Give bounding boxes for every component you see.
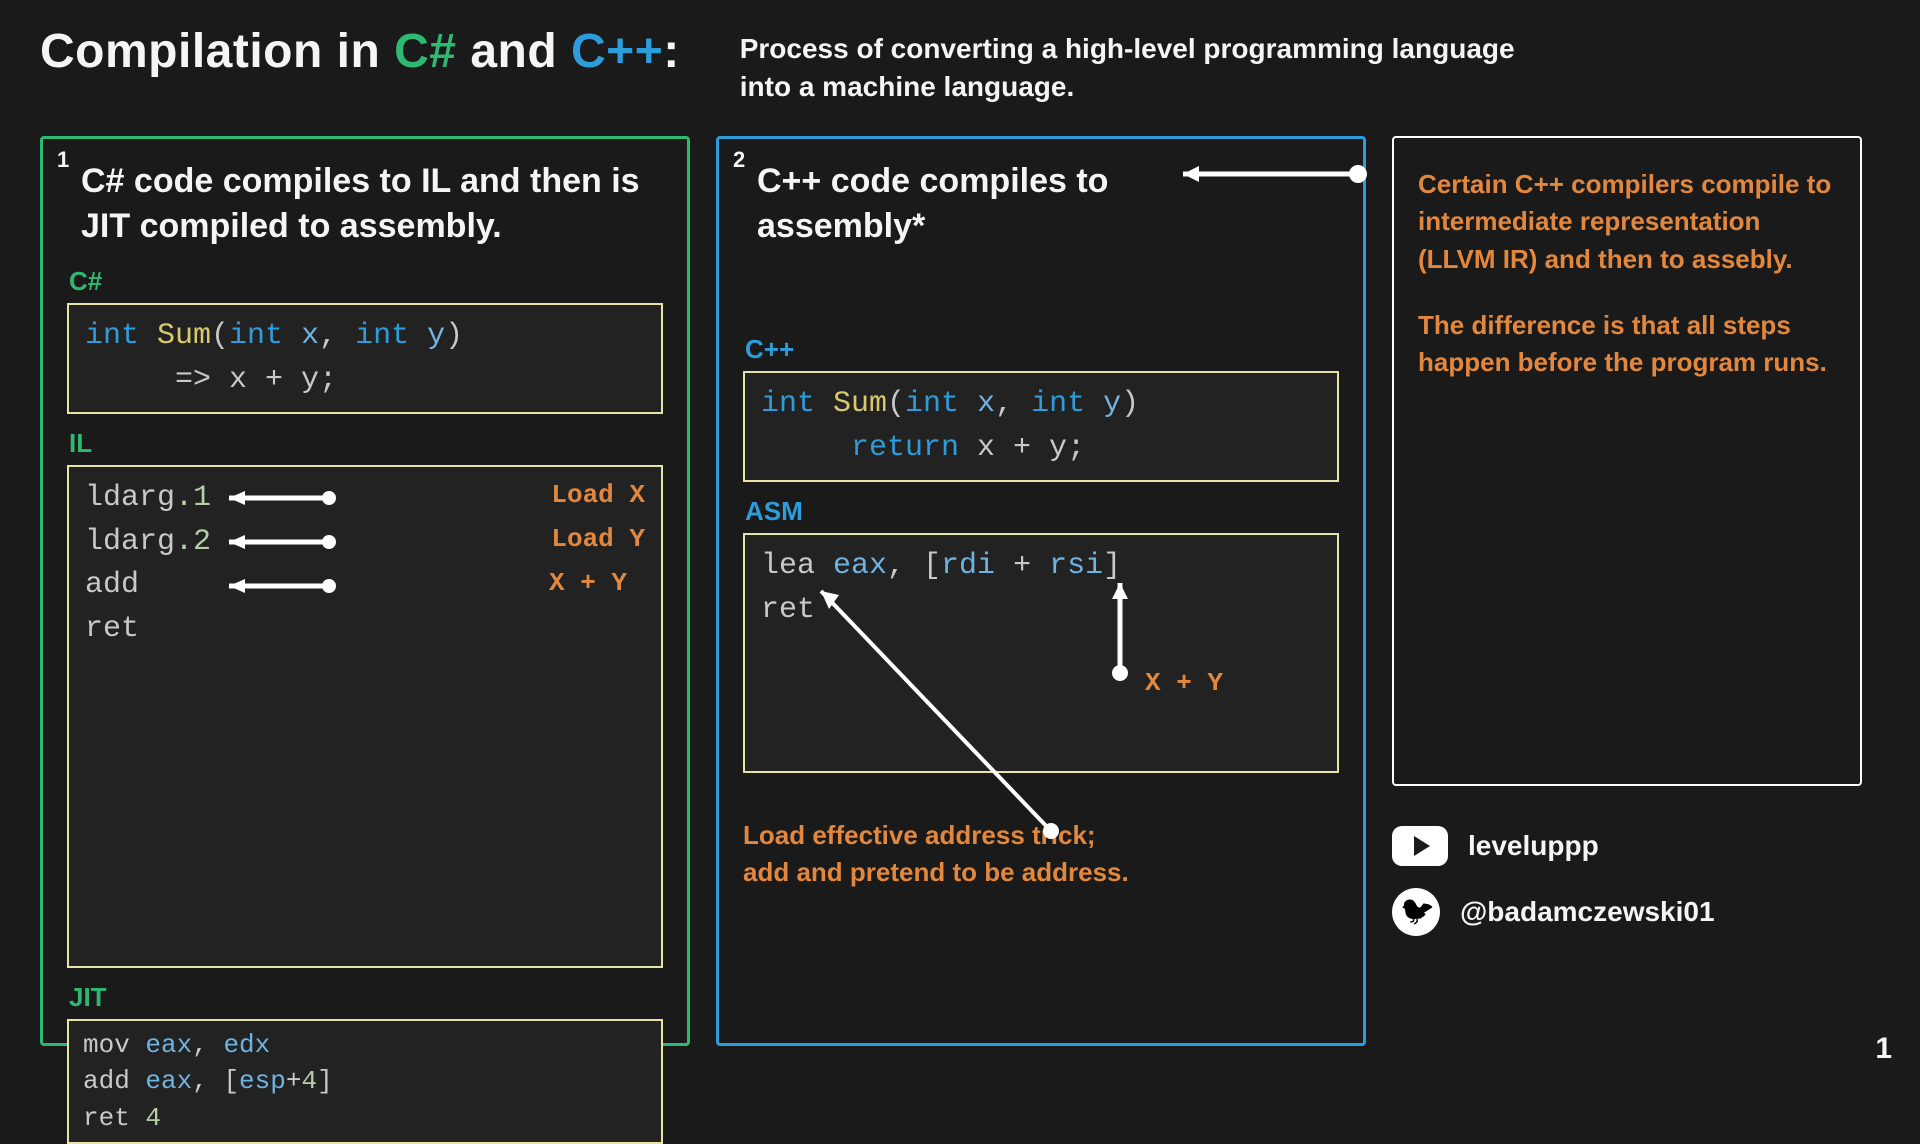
label-il: IL — [69, 428, 663, 459]
il-annot-xy: X + Y — [549, 565, 627, 603]
arrow-icon — [229, 491, 349, 505]
asm-annot-xy: X + Y — [1145, 665, 1223, 703]
page-number: 1 — [1875, 1032, 1892, 1066]
code-il: ldarg.1 ldarg.2 add ret Load X Load Y X … — [67, 465, 663, 968]
label-csharp: C# — [69, 266, 663, 297]
arrow-icon — [229, 535, 349, 549]
arrow-icon — [1105, 583, 1135, 683]
title-csharp: C# — [394, 25, 456, 78]
subtitle: Process of converting a high-level progr… — [740, 24, 1560, 106]
title-suffix: : — [663, 25, 679, 78]
code-jit: mov eax, edx add eax, [esp+4] ret 4 — [67, 1019, 663, 1144]
label-jit: JIT — [69, 982, 663, 1013]
twitter-icon — [1392, 888, 1440, 936]
lea-note-l1: Load effective address trick; — [743, 820, 1096, 850]
twitter-handle: @badamczewski01 — [1460, 896, 1715, 928]
title-cpp: C++ — [571, 25, 663, 78]
arrow-icon — [229, 579, 349, 593]
right-column: Certain C++ compilers compile to interme… — [1392, 136, 1862, 1046]
title-prefix: Compilation in — [40, 25, 394, 78]
csharp-heading: C# code compiles to IL and then is JIT c… — [67, 159, 663, 251]
label-cpp: C++ — [745, 334, 1339, 365]
code-csharp: int Sum(int x, int y) => x + y; — [67, 303, 663, 414]
il-annot-loady: Load Y — [551, 521, 645, 559]
label-asm: ASM — [745, 496, 1339, 527]
code-cpp: int Sum(int x, int y) return x + y; — [743, 371, 1339, 482]
panel-index-1: 1 — [57, 147, 69, 173]
arrow-icon — [811, 581, 1071, 851]
csharp-panel: 1 C# code compiles to IL and then is JIT… — [40, 136, 690, 1046]
page-title: Compilation in C# and C++: — [40, 24, 680, 79]
il-annot-loadx: Load X — [551, 477, 645, 515]
side-note-p1: Certain C++ compilers compile to interme… — [1418, 166, 1836, 279]
code-asm: lea eax, [rdi + rsi] ret X + Y — [743, 533, 1339, 773]
youtube-handle: leveluppp — [1468, 830, 1599, 862]
columns: 1 C# code compiles to IL and then is JIT… — [0, 116, 1920, 1046]
panel-index-2: 2 — [733, 147, 745, 173]
side-note: Certain C++ compilers compile to interme… — [1392, 136, 1862, 786]
lea-note-l2: add and pretend to be address. — [743, 857, 1129, 887]
side-note-p2: The difference is that all steps happen … — [1418, 307, 1836, 382]
twitter-link[interactable]: @badamczewski01 — [1392, 888, 1862, 936]
cpp-panel: 2 C++ code compiles to assembly* C++ int… — [716, 136, 1366, 1046]
cpp-heading: C++ code compiles to assembly* — [743, 159, 1339, 251]
socials: leveluppp @badamczewski01 — [1392, 826, 1862, 936]
title-and: and — [457, 25, 572, 78]
title-bar: Compilation in C# and C++: Process of co… — [0, 0, 1920, 116]
youtube-link[interactable]: leveluppp — [1392, 826, 1862, 866]
youtube-icon — [1392, 826, 1448, 866]
lea-note: Load effective address trick; add and pr… — [743, 817, 1339, 890]
